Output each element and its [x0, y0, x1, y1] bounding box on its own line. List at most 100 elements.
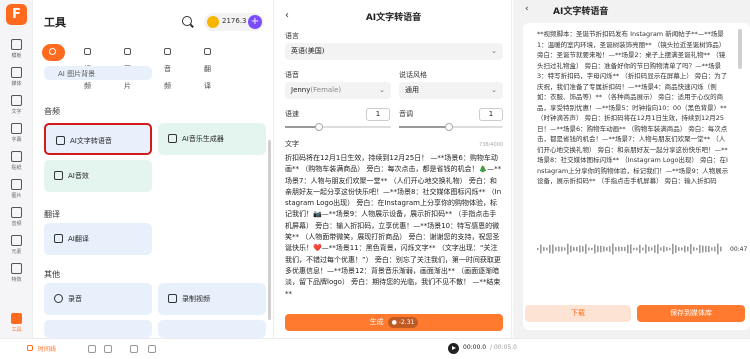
result-scrollbar[interactable]: [738, 29, 742, 69]
pitch-slider-handle[interactable]: [445, 123, 453, 131]
rail-item-elements[interactable]: 元素: [0, 234, 33, 260]
tool-card-record-audio[interactable]: 录音: [44, 283, 152, 315]
tool-card-ai-music[interactable]: AI音乐生成器: [158, 123, 266, 155]
tool-card-ai-image-bg[interactable]: AI 图片背景: [44, 66, 152, 80]
subtitle-icon: [11, 123, 22, 134]
tool-card-ai-tts[interactable]: AI文字转语音: [44, 123, 152, 155]
waveform-bar: [642, 247, 644, 251]
waveform-bar: [684, 245, 686, 253]
tool-card-ai-sfx[interactable]: AI音效: [44, 160, 152, 192]
rail-item-label: 图片: [11, 193, 22, 199]
rail-item-subtitles[interactable]: 字幕: [0, 122, 33, 148]
script-textarea[interactable]: 折扣码将在12月1日生效，持续到12月25日！ —**场景6：购物车动画** （…: [285, 153, 503, 309]
speed-slider[interactable]: [285, 123, 391, 131]
split-icon[interactable]: [130, 345, 138, 353]
tts-editor-panel: ‹ AI文字转语音 语言 英语(美国) ⌄ 语音 说话风格 Jenny(Fema…: [275, 0, 512, 338]
tools-panel: 工具 2176.3 + 热门 视频 图片 音频 翻译 AI 图片背景 音频 AI…: [34, 0, 274, 338]
current-time: 00:00.0: [463, 344, 487, 351]
back-button[interactable]: ‹: [525, 4, 529, 14]
rail-item-media[interactable]: 媒体: [0, 66, 33, 92]
waveform-bar: [552, 244, 554, 254]
undo-icon[interactable]: [88, 345, 96, 353]
tool-card-ai-translate[interactable]: AI翻译: [44, 223, 152, 255]
rail-item-label: 贴纸: [11, 165, 22, 171]
waveform-bar: [627, 244, 629, 254]
waveform-bar: [567, 243, 569, 255]
waveform-bar: [612, 243, 614, 255]
search-icon[interactable]: [182, 16, 192, 26]
download-button[interactable]: 下载: [525, 305, 631, 322]
waveform-bar: [579, 245, 581, 253]
generated-script-text: **视频脚本：圣诞节折扣码发布 Instagram 新闻帖子**—**场景1：温…: [537, 30, 729, 185]
text-label: 文字: [285, 140, 299, 148]
voice-select[interactable]: Jenny(Female) ⌄: [285, 82, 391, 99]
waveform-bar: [687, 246, 689, 252]
waveform-bar: [570, 245, 572, 253]
waveform-bar: [540, 244, 542, 254]
waveform-bar: [615, 247, 617, 251]
rail-item-stickers[interactable]: 贴纸: [0, 150, 33, 176]
waveform-bar: [675, 245, 677, 253]
rail-item-label: 元素: [11, 249, 22, 255]
element-icon: [11, 235, 22, 246]
tab-image[interactable]: 图片: [124, 44, 133, 90]
waveform-bar: [606, 247, 608, 251]
music-icon: [164, 48, 171, 55]
tool-card-partial-b[interactable]: [158, 320, 266, 338]
rail-item-label: 工具: [11, 327, 22, 333]
rail-item-label: 字幕: [11, 137, 22, 143]
generate-button[interactable]: 生成 ● -2.31: [285, 314, 503, 331]
rail-item-templates[interactable]: 模板: [0, 38, 33, 64]
rail-item-label: 特效: [11, 277, 22, 283]
audio-waveform[interactable]: [537, 241, 723, 257]
play-button[interactable]: [448, 343, 459, 354]
waveform-bar: [546, 247, 548, 251]
tool-card-partial-a[interactable]: [44, 320, 152, 338]
section-other: 其他: [44, 270, 60, 279]
voice-name: Jenny: [291, 86, 311, 94]
waveform-bar: [681, 247, 683, 251]
media-icon: [11, 67, 22, 78]
generate-cost-badge: ● -2.31: [387, 317, 419, 328]
tab-video[interactable]: 视频: [84, 44, 93, 90]
pitch-slider[interactable]: [399, 123, 503, 131]
rail-item-audio[interactable]: 音频: [0, 206, 33, 232]
redo-icon[interactable]: [104, 345, 112, 353]
timeline-icon: [27, 345, 33, 351]
pitch-input[interactable]: 1: [479, 108, 503, 121]
delete-icon[interactable]: [148, 345, 156, 353]
pitch-slider-fill: [399, 126, 449, 128]
tool-card-record-video[interactable]: 录制视频: [158, 283, 266, 315]
rail-item-text[interactable]: 文字: [0, 94, 33, 120]
chevron-down-icon: ⌄: [491, 86, 497, 94]
language-select[interactable]: 英语(美国) ⌄: [285, 43, 503, 60]
rail-item-images[interactable]: 图片: [0, 178, 33, 204]
waveform-bar: [621, 246, 623, 252]
tools-scrollbar[interactable]: [268, 140, 271, 320]
speed-slider-handle[interactable]: [315, 123, 323, 131]
image-icon: [11, 179, 22, 190]
save-to-library-button[interactable]: 保存到媒体库: [637, 305, 745, 322]
waveform-bar: [639, 244, 641, 254]
waveform-bar: [717, 243, 719, 255]
style-value: 通用: [405, 86, 419, 94]
total-duration: / 00:05.0: [490, 344, 517, 351]
speech-icon: [56, 136, 65, 145]
credits-pill[interactable]: 2176.3 +: [204, 13, 264, 31]
waveform-bar: [714, 246, 716, 252]
waveform-bar: [648, 246, 650, 252]
speed-input[interactable]: 1: [366, 108, 390, 121]
tab-hot[interactable]: 热门: [42, 44, 65, 90]
timeline-toggle[interactable]: 时间线: [38, 344, 56, 353]
waveform-bar: [672, 243, 674, 255]
effects-icon: [11, 263, 22, 274]
speaking-style-select[interactable]: 通用 ⌄: [399, 82, 503, 99]
waveform-bar: [663, 246, 665, 252]
waveform-bar: [600, 245, 602, 253]
rail-item-effects[interactable]: 特效: [0, 262, 33, 288]
rail-item-tools[interactable]: 工具: [0, 312, 33, 338]
tab-audio[interactable]: 音频: [164, 44, 173, 90]
tab-translate[interactable]: 翻译: [204, 44, 213, 90]
fire-icon: [49, 48, 56, 55]
add-credits-button[interactable]: +: [248, 15, 262, 29]
